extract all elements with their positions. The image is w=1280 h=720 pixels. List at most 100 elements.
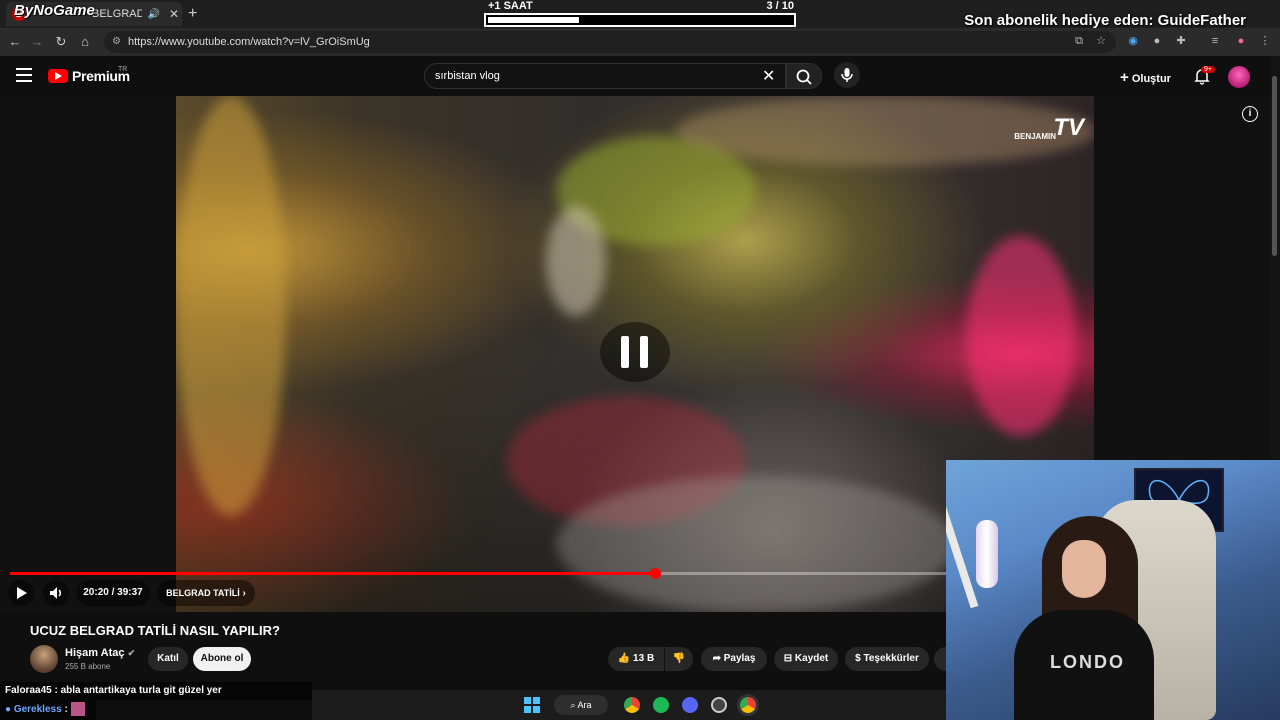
discord-icon[interactable] bbox=[682, 697, 698, 713]
country-code: TR bbox=[118, 66, 128, 73]
youtube-header: Premium TR sırbistan vlog ✕ + Oluştur 9+ bbox=[0, 56, 1270, 96]
chat-emote-icon bbox=[70, 702, 85, 717]
new-tab-button[interactable]: + bbox=[188, 5, 197, 23]
channel-name[interactable]: Hişam Ataç ✔ bbox=[65, 647, 135, 659]
streamer-shirt: LONDO bbox=[1014, 610, 1154, 720]
back-icon[interactable]: ← bbox=[6, 33, 24, 51]
youtube-logo[interactable]: Premium TR bbox=[48, 66, 130, 84]
search-icon: ⌕ bbox=[570, 700, 576, 710]
chat-username: Faloraa45 bbox=[5, 685, 52, 696]
more-actions-button[interactable] bbox=[934, 647, 946, 671]
extensions-puzzle-icon[interactable]: ✚ bbox=[1174, 34, 1188, 48]
spotify-icon[interactable] bbox=[653, 697, 669, 713]
dislike-button[interactable]: 👎 bbox=[665, 647, 693, 671]
thanks-label: Teşekkürler bbox=[863, 653, 919, 664]
site-info-icon[interactable]: ⚙ bbox=[112, 31, 121, 53]
create-button[interactable]: + Oluştur bbox=[1120, 69, 1171, 86]
goal-label: +1 SAAT bbox=[488, 0, 533, 12]
thanks-button[interactable]: $ Teşekkürler bbox=[845, 647, 929, 671]
chat-separator: : bbox=[64, 704, 68, 715]
forward-icon[interactable]: → bbox=[28, 33, 46, 51]
chapter-title: BELGRAD TATİLİ bbox=[166, 588, 240, 598]
notification-badge: 9+ bbox=[1201, 66, 1215, 73]
thanks-icon: $ bbox=[855, 653, 861, 664]
clear-search-icon[interactable]: ✕ bbox=[762, 66, 775, 86]
windows-taskbar: ⌕ Ara bbox=[312, 690, 946, 720]
pause-icon-bar bbox=[621, 336, 629, 368]
bookmark-star-icon[interactable]: ☆ bbox=[1094, 34, 1108, 48]
reading-list-icon[interactable]: ≡ bbox=[1208, 34, 1222, 48]
chat-username: Gerekless bbox=[13, 704, 62, 715]
thumbs-down-icon: 👎 bbox=[672, 653, 686, 664]
user-avatar[interactable] bbox=[1228, 66, 1250, 88]
volume-icon bbox=[50, 587, 62, 599]
watermark-small: BENJAMIN bbox=[1014, 132, 1056, 141]
chrome-icon[interactable] bbox=[624, 697, 640, 713]
browser-toolbar: ← → ↻ ⌂ ⚙ https://www.youtube.com/watch?… bbox=[0, 28, 1280, 56]
verified-icon: ✔ bbox=[127, 648, 136, 658]
volume-button[interactable] bbox=[43, 580, 69, 606]
watermark-text: TV bbox=[1053, 114, 1084, 141]
share-label: Paylaş bbox=[723, 653, 756, 664]
menu-icon[interactable] bbox=[16, 68, 32, 82]
bookmark-icon: ⊟ bbox=[783, 653, 793, 664]
taskbar-search[interactable]: ⌕ Ara bbox=[554, 695, 608, 715]
share-icon: ➦ bbox=[712, 653, 721, 664]
search-button[interactable] bbox=[786, 63, 822, 89]
streamer-face bbox=[1062, 540, 1106, 598]
chat-text: : abla antartikaya turla git güzel yer bbox=[54, 685, 222, 696]
extension-cookie-icon[interactable]: ● bbox=[1150, 34, 1164, 48]
youtube-play-icon bbox=[48, 69, 68, 83]
voice-search-button[interactable] bbox=[834, 62, 860, 88]
search-input[interactable]: sırbistan vlog bbox=[424, 63, 786, 89]
stream-logo: ByNoGame bbox=[14, 2, 95, 19]
extension-wave-icon[interactable]: ◉ bbox=[1126, 34, 1140, 48]
channel-name-text: Hişam Ataç bbox=[65, 647, 125, 659]
create-label: Oluştur bbox=[1131, 73, 1171, 85]
microphone-icon bbox=[841, 68, 853, 82]
taskbar-search-label: Ara bbox=[577, 700, 592, 710]
chat-badge-icon: ● bbox=[5, 704, 12, 715]
url-text: https://www.youtube.com/watch?v=lV_GrOiS… bbox=[128, 36, 370, 48]
progress-played bbox=[10, 572, 655, 575]
tab-close-icon[interactable]: ✕ bbox=[166, 7, 182, 21]
address-bar[interactable]: ⚙ https://www.youtube.com/watch?v=lV_GrO… bbox=[104, 31, 1116, 53]
video-title: UCUZ BELGRAD TATİLİ NASIL YAPILIR? bbox=[30, 623, 280, 638]
reload-icon[interactable]: ↻ bbox=[52, 33, 70, 51]
chevron-right-icon: › bbox=[242, 588, 246, 599]
like-button[interactable]: 👍 13 B bbox=[608, 647, 664, 671]
goal-progress-bar bbox=[484, 13, 796, 27]
chat-message: ● Gerekless : bbox=[0, 700, 96, 720]
stream-goal: +1 SAAT 3 / 10 bbox=[484, 0, 796, 28]
like-count: 13 B bbox=[633, 653, 655, 664]
play-icon bbox=[17, 587, 27, 599]
profile-icon[interactable]: ● bbox=[1234, 34, 1248, 48]
progress-scrubber[interactable] bbox=[649, 568, 661, 579]
browser-menu-icon[interactable]: ⋮ bbox=[1258, 34, 1272, 48]
subscriber-count: 255 B abone bbox=[65, 662, 111, 671]
tab-audio-icon[interactable]: 🔊 bbox=[148, 9, 160, 20]
join-button[interactable]: Katıl bbox=[148, 647, 188, 671]
thumbs-up-icon: 👍 bbox=[617, 653, 631, 664]
play-button[interactable] bbox=[8, 580, 34, 606]
install-app-icon[interactable]: ⧉ bbox=[1072, 34, 1086, 48]
plus-icon: + bbox=[1120, 69, 1129, 86]
chrome-active-icon[interactable] bbox=[740, 697, 756, 713]
save-label: Kaydet bbox=[794, 653, 829, 664]
share-button[interactable]: ➦ Paylaş bbox=[701, 647, 767, 671]
windows-start-icon[interactable] bbox=[524, 697, 540, 713]
save-button[interactable]: ⊟ Kaydet bbox=[774, 647, 838, 671]
channel-avatar[interactable] bbox=[30, 645, 58, 673]
pause-icon-bar bbox=[640, 336, 648, 368]
pause-indicator[interactable] bbox=[600, 322, 670, 382]
chapter-button[interactable]: BELGRAD TATİLİ › bbox=[157, 580, 255, 606]
search-icon bbox=[796, 69, 812, 85]
home-icon[interactable]: ⌂ bbox=[76, 33, 94, 51]
mic-arm bbox=[946, 491, 979, 609]
scrollbar-thumb[interactable] bbox=[1272, 76, 1277, 256]
subscribe-button[interactable]: Abone ol bbox=[193, 647, 251, 671]
obs-icon[interactable] bbox=[711, 697, 727, 713]
channel-watermark: BENJAMIN TV bbox=[1014, 114, 1084, 142]
info-icon[interactable]: i bbox=[1242, 106, 1258, 122]
goal-progress-text: 3 / 10 bbox=[766, 0, 794, 12]
